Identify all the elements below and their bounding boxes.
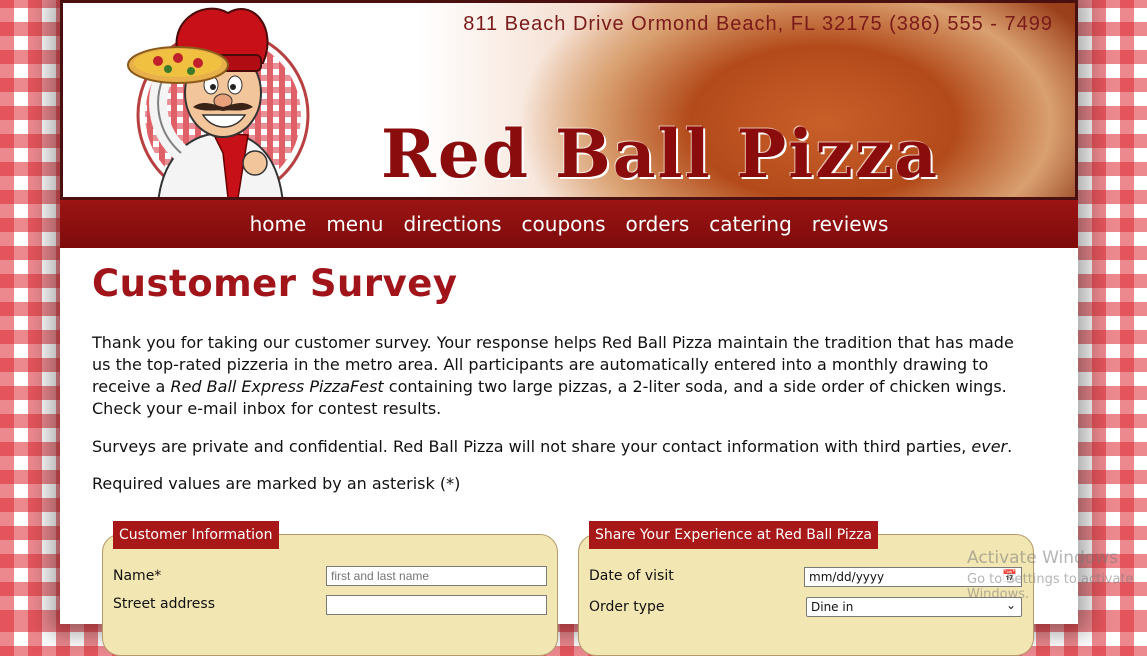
main-nav: home menu directions coupons orders cate… <box>60 200 1078 248</box>
order-type-value: Dine in <box>811 600 854 614</box>
street-address-input[interactable] <box>326 595 547 615</box>
customer-info-fieldset: Customer Information Name* Street addres… <box>102 521 558 656</box>
order-type-label: Order type <box>589 599 665 615</box>
chef-logo <box>127 7 310 197</box>
nav-home-link[interactable]: home <box>250 212 307 236</box>
privacy-paragraph: Surveys are private and confidential. Re… <box>92 436 1037 458</box>
required-note: Required values are marked by an asteris… <box>92 474 461 493</box>
date-placeholder: mm/dd/yyyy <box>809 570 885 584</box>
privacy-text-b: . <box>1007 437 1013 456</box>
nav-menu-link[interactable]: menu <box>326 212 383 236</box>
main-content: Customer Survey Thank you for taking our… <box>92 262 1042 493</box>
street-address-label: Street address <box>113 596 215 612</box>
watermark-subtitle: Go to Settings to activate Windows. <box>967 572 1134 602</box>
experience-fieldset: Share Your Experience at Red Ball Pizza … <box>578 521 1034 656</box>
intro-emphasis: Red Ball Express PizzaFest <box>170 377 384 396</box>
nav-orders-link[interactable]: orders <box>625 212 689 236</box>
name-input[interactable] <box>326 566 547 586</box>
privacy-emphasis: ever <box>971 437 1008 456</box>
page-title: Customer Survey <box>92 262 458 305</box>
experience-legend: Share Your Experience at Red Ball Pizza <box>589 521 878 549</box>
privacy-text-a: Surveys are private and confidential. Re… <box>92 437 972 456</box>
nav-catering-link[interactable]: catering <box>709 212 792 236</box>
activate-windows-watermark: Activate Windows Go to Settings to activ… <box>967 548 1147 602</box>
date-of-visit-label: Date of visit <box>589 568 674 584</box>
brand-title: Red Ball Pizza <box>381 115 940 193</box>
nav-reviews-link[interactable]: reviews <box>812 212 889 236</box>
address-phone-line: 811 Beach Drive Ormond Beach, FL 32175 (… <box>463 13 1053 35</box>
nav-directions-link[interactable]: directions <box>403 212 501 236</box>
nav-coupons-link[interactable]: coupons <box>522 212 606 236</box>
intro-paragraph: Thank you for taking our customer survey… <box>92 332 1037 420</box>
name-label: Name* <box>113 568 162 584</box>
watermark-title: Activate Windows <box>967 548 1118 568</box>
site-header: 811 Beach Drive Ormond Beach, FL 32175 (… <box>60 0 1078 200</box>
customer-info-legend: Customer Information <box>113 521 279 549</box>
page-container: 811 Beach Drive Ormond Beach, FL 32175 (… <box>60 0 1078 656</box>
